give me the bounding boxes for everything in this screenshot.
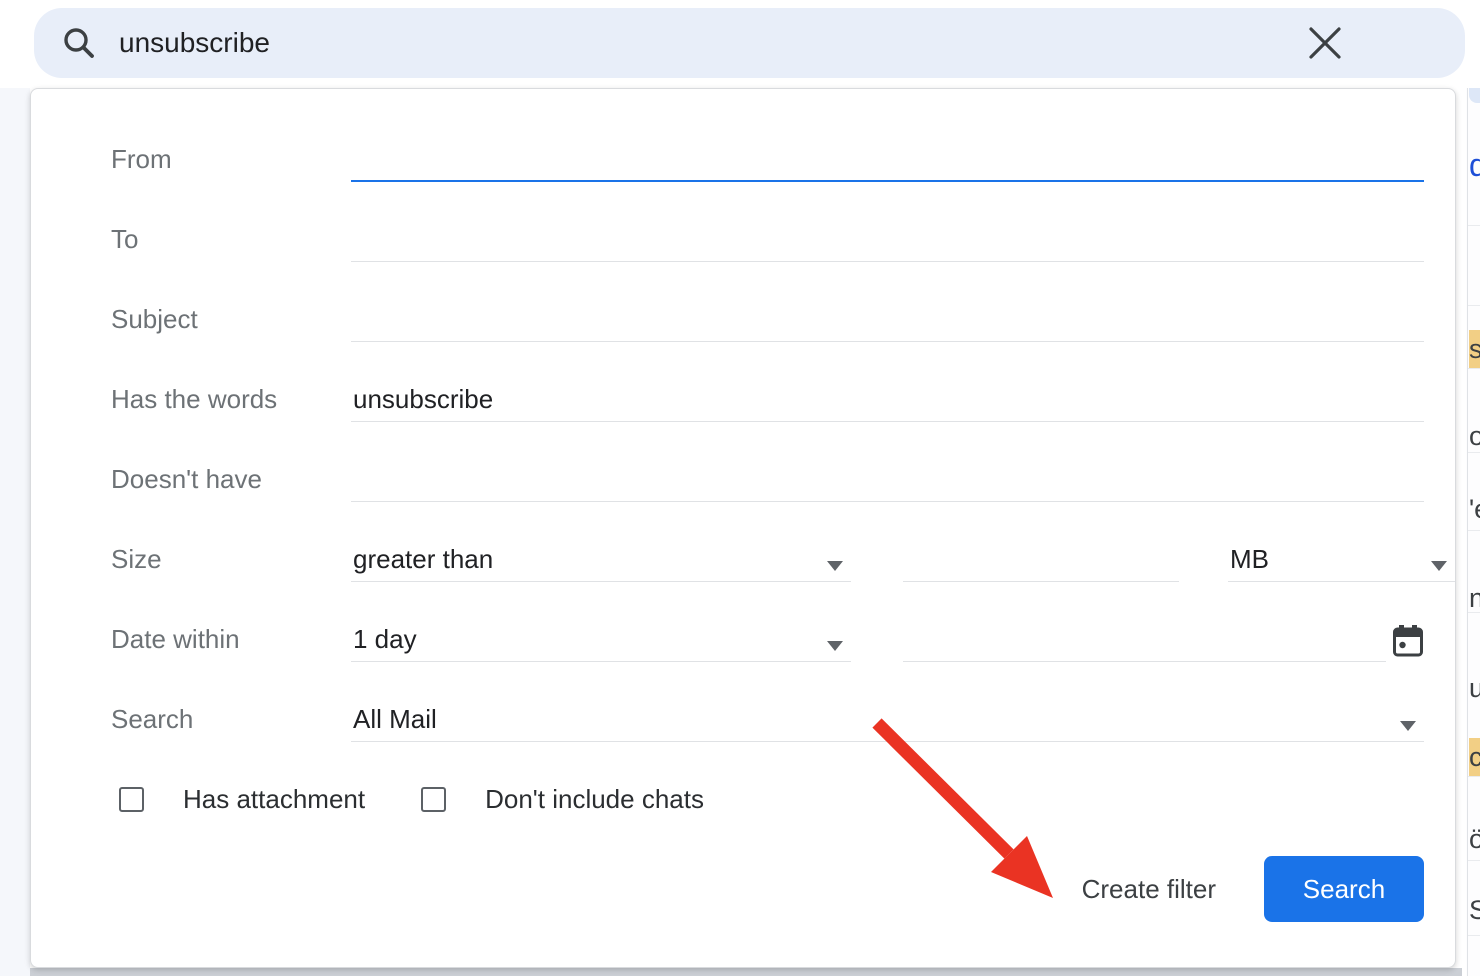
doesnt-have-label: Doesn't have xyxy=(111,464,351,495)
mail-row-divider xyxy=(1468,612,1480,613)
mail-row-divider xyxy=(1468,776,1480,777)
mail-row-divider xyxy=(1468,860,1480,861)
bg-text-fragment: n xyxy=(1469,583,1480,613)
has-words-field[interactable] xyxy=(351,384,1424,421)
doesnt-have-row: Doesn't have xyxy=(31,439,1455,519)
has-words-label: Has the words xyxy=(111,384,351,415)
bg-text-fragment: s xyxy=(1469,330,1480,368)
bg-text-fragment: u xyxy=(1469,673,1480,703)
mail-row-divider xyxy=(1468,225,1480,226)
search-scope-label: Search xyxy=(111,704,351,735)
advanced-search-panel: From To Subject Has the words Doesn't ha… xyxy=(30,88,1456,968)
panel-bottom-shadow xyxy=(30,968,1462,976)
date-within-row: Date within 1 day xyxy=(31,599,1455,679)
search-input[interactable] xyxy=(119,27,1219,59)
chevron-down-icon xyxy=(827,561,843,571)
page-background-left xyxy=(0,88,30,976)
size-operator-dropdown[interactable]: greater than xyxy=(351,536,851,582)
mail-row-divider xyxy=(1468,305,1480,306)
mail-row-divider xyxy=(1468,368,1480,369)
to-field[interactable] xyxy=(351,224,1424,261)
from-row: From xyxy=(31,119,1455,199)
background-searchbar-remnant xyxy=(1469,88,1480,103)
bg-text-fragment: ö xyxy=(1469,824,1480,854)
has-words-row: Has the words xyxy=(31,359,1455,439)
to-label: To xyxy=(111,224,351,255)
date-field[interactable] xyxy=(903,616,1386,661)
size-operator-value: greater than xyxy=(351,544,493,581)
bg-text-fragment: o xyxy=(1469,421,1480,451)
size-label: Size xyxy=(111,544,351,575)
mail-row-divider xyxy=(1468,452,1480,453)
size-amount-field[interactable] xyxy=(903,536,1179,581)
bg-text-fragment: d xyxy=(1469,150,1480,180)
create-filter-button[interactable]: Create filter xyxy=(1082,874,1216,905)
bg-text-fragment: c xyxy=(1469,738,1480,776)
mail-row-divider xyxy=(1468,530,1480,531)
panel-actions: Create filter Search xyxy=(1082,856,1424,922)
bg-text-fragment: S xyxy=(1469,895,1480,925)
subject-row: Subject xyxy=(31,279,1455,359)
subject-field[interactable] xyxy=(351,304,1424,341)
has-attachment-label: Has attachment xyxy=(183,784,365,815)
mail-row-divider xyxy=(1468,935,1480,936)
chevron-down-icon xyxy=(1400,721,1416,731)
date-range-value: 1 day xyxy=(351,624,417,661)
search-button[interactable]: Search xyxy=(1264,856,1424,922)
search-icon[interactable] xyxy=(61,25,97,61)
size-row: Size greater than MB xyxy=(31,519,1455,599)
search-scope-row: Search All Mail xyxy=(31,679,1455,759)
subject-label: Subject xyxy=(111,304,351,335)
to-row: To xyxy=(31,199,1455,279)
date-within-label: Date within xyxy=(111,624,351,655)
has-attachment-checkbox[interactable] xyxy=(119,787,144,812)
bg-text-fragment: 'e xyxy=(1469,494,1480,524)
background-mail-list-border xyxy=(1467,88,1468,976)
search-scope-value: All Mail xyxy=(351,704,437,741)
calendar-icon[interactable] xyxy=(1392,624,1424,658)
search-scope-dropdown[interactable]: All Mail xyxy=(351,696,1424,742)
from-field[interactable] xyxy=(351,143,1424,180)
no-chats-checkbox[interactable] xyxy=(421,787,446,812)
checkbox-row: Has attachment Don't include chats xyxy=(31,759,1455,839)
size-unit-dropdown[interactable]: MB xyxy=(1228,536,1455,582)
size-unit-value: MB xyxy=(1228,544,1269,581)
no-chats-label: Don't include chats xyxy=(485,784,704,815)
search-bar xyxy=(34,8,1465,78)
from-label: From xyxy=(111,144,351,175)
date-range-dropdown[interactable]: 1 day xyxy=(351,616,851,662)
doesnt-have-field[interactable] xyxy=(351,464,1424,501)
chevron-down-icon xyxy=(827,641,843,651)
chevron-down-icon xyxy=(1431,561,1447,571)
clear-search-icon[interactable] xyxy=(1307,25,1343,61)
